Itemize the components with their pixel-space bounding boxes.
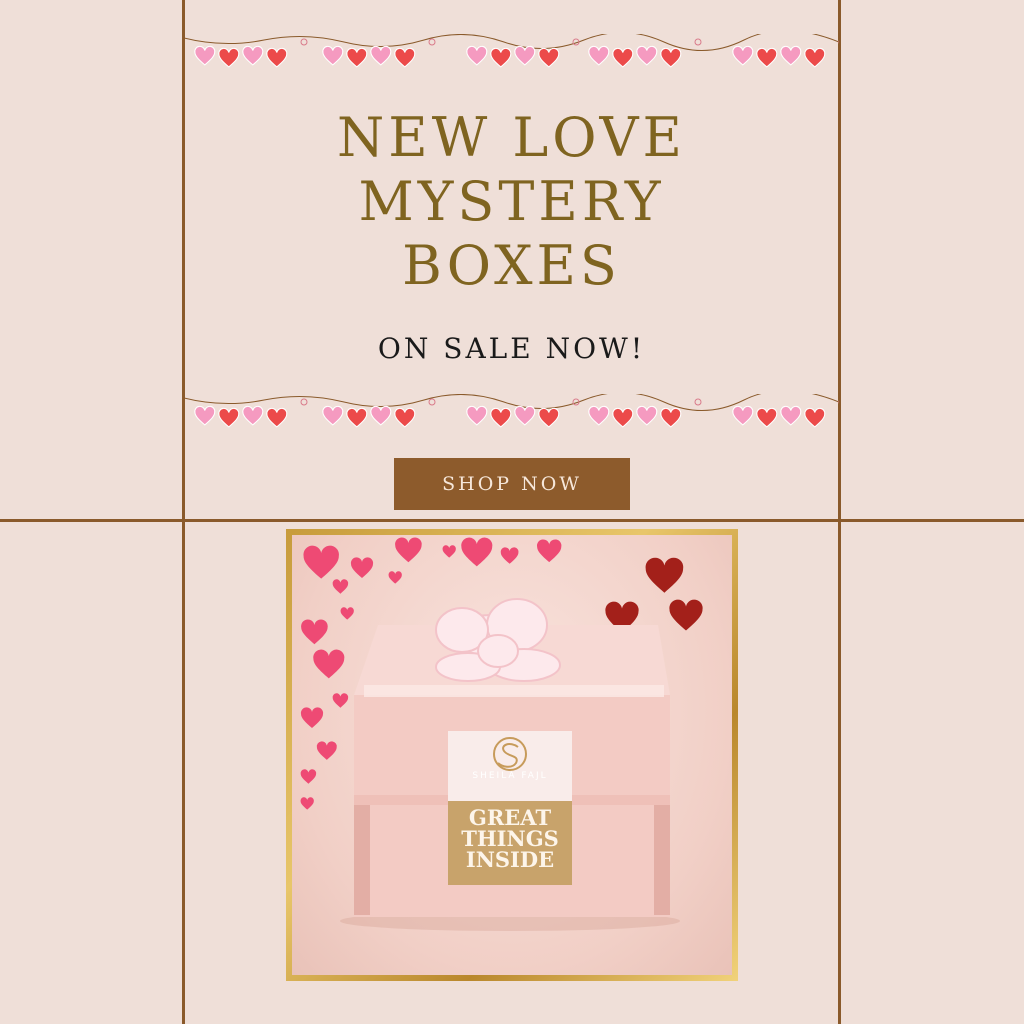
box-label-line-3: INSIDE [465, 847, 555, 872]
headline-line-3: BOXES [402, 234, 621, 297]
garland-heart [242, 45, 264, 66]
gift-box-illustration [300, 537, 703, 931]
garland-heart [732, 45, 754, 66]
garland-bow [300, 398, 308, 406]
garland-heart [538, 47, 560, 68]
box-label-line-2: THINGS [461, 826, 559, 851]
garland-heart [194, 45, 216, 66]
garland-heart [612, 47, 634, 68]
headline-line-2: MYSTERY [358, 170, 665, 233]
box-label-text: GREAT THINGS INSIDE [448, 807, 572, 870]
garland-heart [588, 45, 610, 66]
garland-bow [300, 38, 308, 46]
garland-heart [514, 45, 536, 66]
garland-heart [218, 407, 240, 428]
garland-heart [660, 47, 682, 68]
garland-heart [394, 407, 416, 428]
garland-heart [804, 407, 826, 428]
garland-heart [514, 405, 536, 426]
heart-garland-bottom-icon [184, 394, 839, 428]
product-photo: SHEILA FAJL GREAT THINGS INSIDE [292, 535, 732, 975]
garland-heart [370, 405, 392, 426]
garland-heart [636, 45, 658, 66]
product-photo-frame: SHEILA FAJL GREAT THINGS INSIDE [286, 529, 738, 981]
garland-heart [346, 407, 368, 428]
garland-heart [780, 45, 802, 66]
garland-heart [756, 407, 778, 428]
garland-heart [218, 47, 240, 68]
box-label-line-1: GREAT [468, 805, 552, 830]
red-hearts-icon [605, 557, 703, 633]
garland-heart [194, 405, 216, 426]
ribbon-bow-icon [435, 598, 561, 682]
grid-line-horizontal [0, 519, 1024, 522]
subheadline: ON SALE NOW! [377, 332, 646, 365]
garland-heart [394, 47, 416, 68]
headline: NEW LOVE MYSTERY BOXES [185, 106, 838, 298]
garland-heart [322, 405, 344, 426]
garland-heart [266, 407, 288, 428]
garland-heart [732, 405, 754, 426]
garland-bow [694, 38, 702, 46]
garland-bow [428, 38, 436, 46]
garland-heart [804, 47, 826, 68]
garland-heart [266, 47, 288, 68]
brand-name: SHEILA FAJL [472, 771, 548, 781]
garland-heart [538, 407, 560, 428]
garland-heart [242, 405, 264, 426]
garland-heart [612, 407, 634, 428]
garland-heart [370, 45, 392, 66]
garland-heart [466, 405, 488, 426]
garland-heart [636, 405, 658, 426]
garland-heart [322, 45, 344, 66]
garland-bow [428, 398, 436, 406]
grid-line-right [838, 0, 841, 1024]
garland-heart [346, 47, 368, 68]
garland-heart [660, 407, 682, 428]
garland-heart [466, 45, 488, 66]
garland-heart [490, 407, 512, 428]
shop-now-button[interactable]: SHOP NOW [394, 458, 630, 510]
garland-heart [756, 47, 778, 68]
garland-heart [490, 47, 512, 68]
headline-line-1: NEW LOVE [337, 106, 686, 169]
garland-heart [588, 405, 610, 426]
garland-bow [694, 398, 702, 406]
heart-garland-top-icon [184, 34, 839, 68]
garland-heart [780, 405, 802, 426]
